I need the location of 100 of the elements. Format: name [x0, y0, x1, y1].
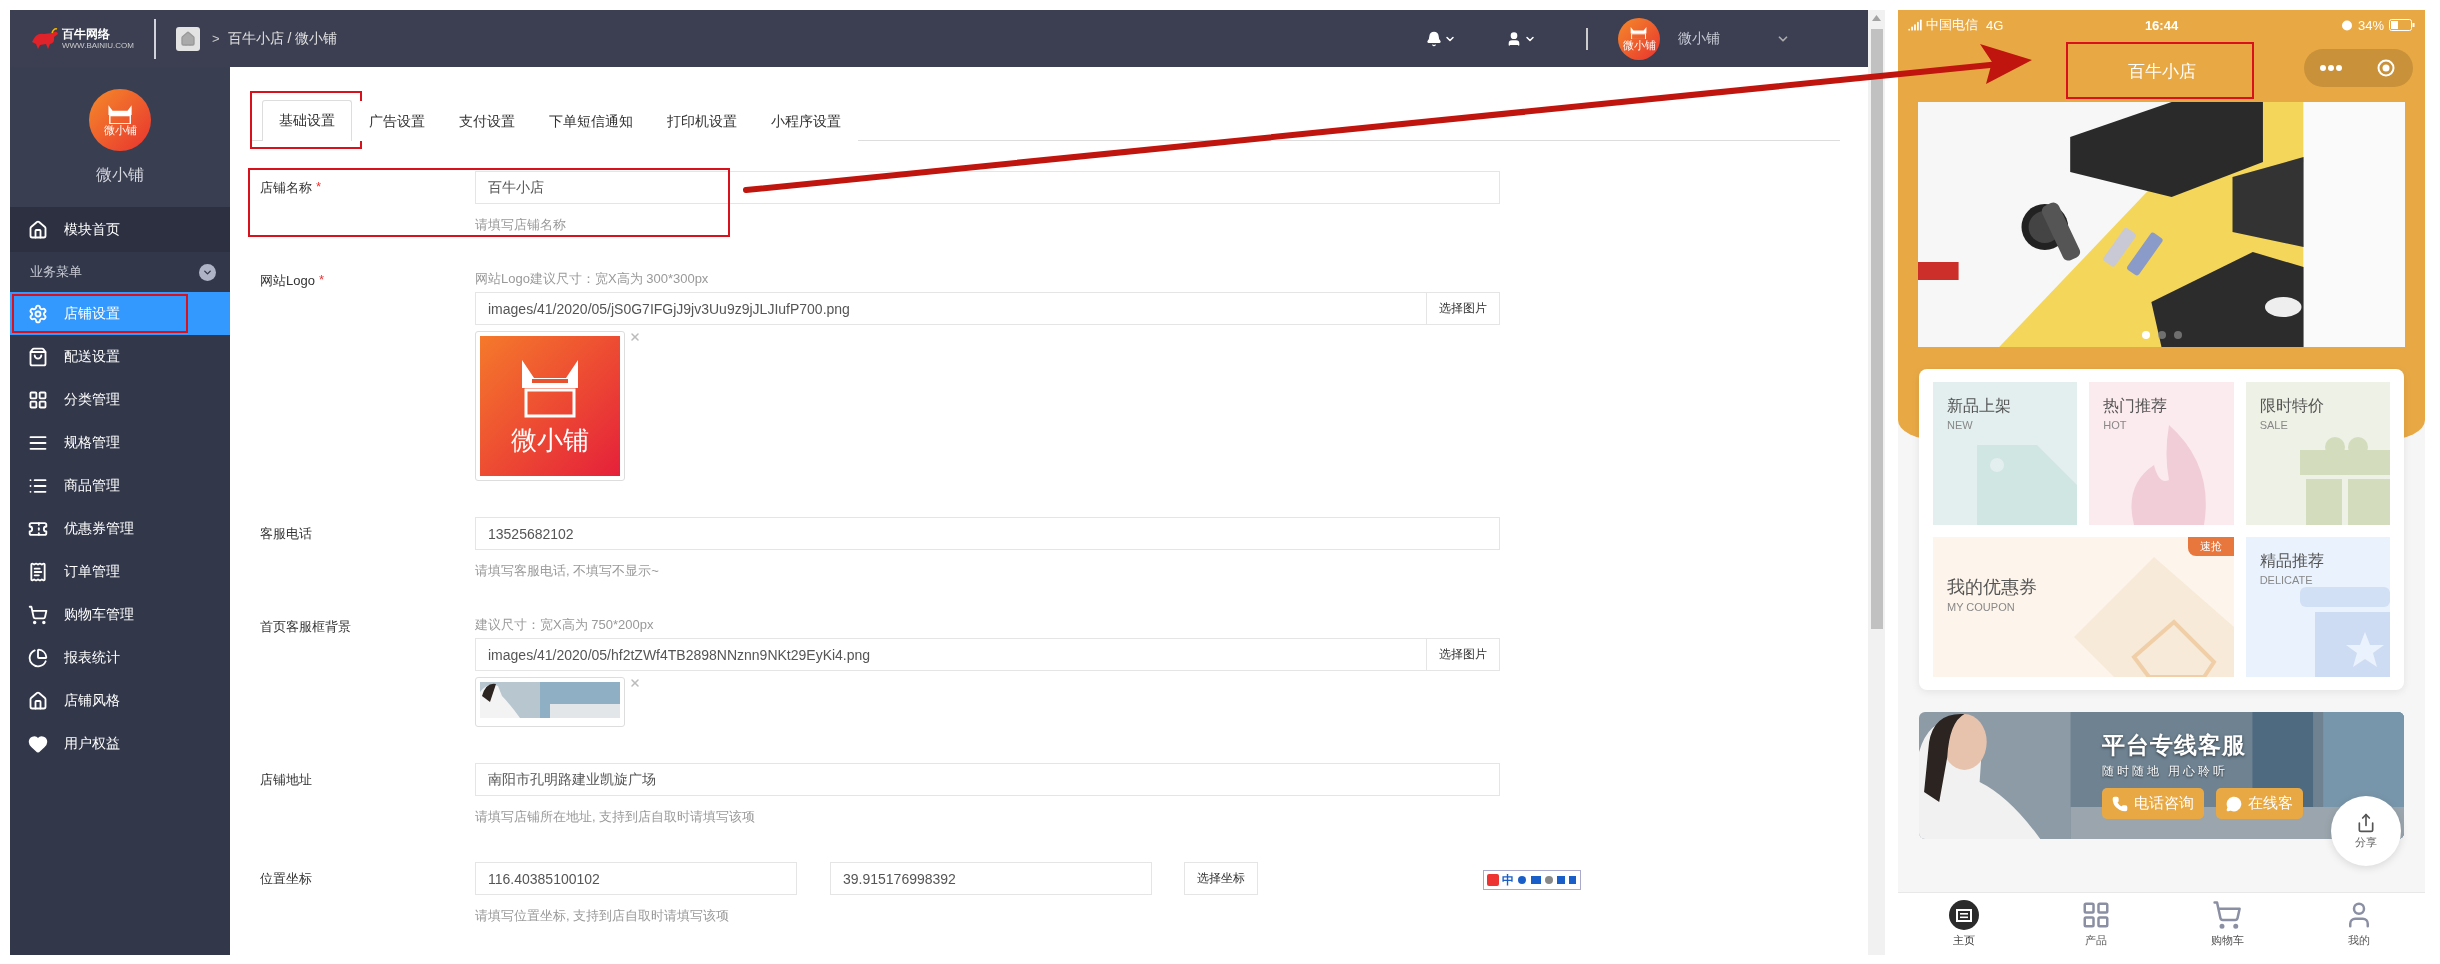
tile-subtitle: NEW [1947, 419, 1974, 431]
tab-bar-item[interactable]: 购物车 [2161, 893, 2294, 955]
user-name: 微小铺 [1678, 29, 1720, 48]
input-field[interactable]: images/41/2020/05/jS0G7IFGjJ9jv3Uu9z9jJLJIufP700.png [475, 292, 1427, 325]
battery-percent: 34% [2357, 17, 2384, 33]
logo-url: WWW.BAINIU.COM [62, 40, 134, 50]
required-mark: * [316, 179, 322, 194]
ime-toolbar[interactable]: 中 [1483, 870, 1581, 890]
chat-icon [2226, 795, 2242, 812]
carrier: 中国电信 [1926, 16, 1978, 34]
share-icon [2356, 812, 2376, 833]
ime-tools-icon [1517, 874, 1577, 886]
input-field[interactable]: 39.915176998392 [830, 862, 1152, 895]
tab[interactable]: 基础设置 [262, 100, 352, 141]
sidebar-item[interactable]: 店铺风格 [10, 679, 230, 722]
sidebar-item[interactable]: 分类管理 [10, 378, 230, 421]
gift-icon [2300, 435, 2390, 525]
input-field[interactable]: 116.40385100102 [475, 862, 797, 895]
category-tile[interactable]: 速抢 我的优惠券 MY COUPON [1933, 537, 2234, 677]
sidebar-item[interactable]: 商品管理 [10, 464, 230, 507]
field-hint: 网站Logo建议尺寸：宽X高为 300*300px [475, 270, 710, 288]
field-help: 请填写店铺名称 [475, 216, 567, 234]
more-icon[interactable] [2320, 65, 2343, 71]
field-hint: 建议尺寸：宽X高为 750*200px [475, 616, 655, 634]
cart-icon [28, 604, 48, 625]
tab-bar-item[interactable]: 产品 [2029, 893, 2162, 955]
sidebar-item[interactable]: 用户权益 [10, 722, 230, 765]
avatar-text: 微小铺 [103, 124, 137, 137]
breadcrumb: 百牛小店 / 微小铺 [227, 29, 338, 48]
carousel-dot[interactable] [2141, 331, 2150, 339]
sidebar-item[interactable]: 优惠券管理 [10, 507, 230, 550]
category-tile[interactable]: 热门推荐 HOT [2089, 382, 2234, 525]
notifications-button[interactable] [1426, 30, 1456, 47]
sidebar-item[interactable]: 报表统计 [10, 636, 230, 679]
category-tile[interactable]: 限时特价 SALE [2245, 382, 2390, 525]
service-title: 平台专线客服 [2102, 731, 2247, 760]
choose-image-button[interactable]: 选择图片 [1427, 638, 1500, 671]
collapse-toggle[interactable] [199, 263, 216, 281]
tile-subtitle: DELICATE [2259, 574, 2314, 586]
input-field[interactable]: 百牛小店 [475, 171, 1500, 204]
tile-subtitle: SALE [2259, 419, 2289, 431]
phone-icon [2112, 795, 2128, 812]
bull-logo-icon [30, 27, 60, 50]
home-button[interactable] [176, 26, 200, 51]
alarm-icon [2340, 19, 2353, 31]
field-label: 客服电话 [260, 525, 312, 543]
input-field[interactable]: 13525682102 [475, 517, 1500, 550]
field-help: 请填写店铺所在地址, 支持到店自取时请填写该项 [475, 808, 757, 826]
carousel-dot[interactable] [2157, 331, 2166, 339]
bell-icon [1426, 30, 1442, 47]
pie-chart-icon [28, 647, 48, 668]
sidebar-item[interactable]: 订单管理 [10, 550, 230, 593]
sidebar-item[interactable]: 购物车管理 [10, 593, 230, 636]
clock: 16:44 [2144, 17, 2179, 33]
field-label: 位置坐标 [260, 870, 312, 888]
signal-icon [1908, 18, 1922, 32]
tile-title: 热门推荐 [2103, 396, 2169, 416]
field-help: 请填写位置坐标, 支持到店自取时请填写该项 [475, 907, 731, 925]
grid-icon [28, 389, 48, 410]
section-label: 业务菜单 [30, 263, 82, 281]
house-icon [28, 219, 48, 240]
receipt-icon [28, 561, 48, 582]
sidebar-item[interactable]: 模块首页 [10, 207, 230, 252]
tile-subtitle: MY COUPON [1947, 601, 2016, 613]
ime-logo-icon [1487, 874, 1499, 886]
scroll-up-icon[interactable] [1872, 15, 1881, 21]
tile-title: 新品上架 [1947, 396, 2012, 416]
required-mark: * [318, 272, 324, 287]
sidebar-item[interactable]: 配送设置 [10, 335, 230, 378]
house-icon [28, 690, 48, 711]
tile-subtitle: HOT [2103, 419, 2128, 431]
settings-icon [28, 303, 48, 324]
category-tile[interactable]: 新品上架 NEW [1933, 382, 2078, 525]
sidebar-item[interactable]: 规格管理 [10, 421, 230, 464]
carousel-dot[interactable] [2173, 331, 2182, 339]
badge: 速抢 [2187, 537, 2234, 556]
tab[interactable]: 广告设置 [352, 101, 442, 141]
category-tile[interactable]: 精品推荐 DELICATE [2245, 537, 2390, 677]
bag-icon [28, 346, 48, 367]
scrollbar[interactable] [1868, 10, 1885, 955]
choose-image-button[interactable]: 选择图片 [1427, 292, 1500, 325]
choose-coordinates-button[interactable]: 选择坐标 [1184, 862, 1258, 895]
tab-bar-item[interactable]: 我的 [2293, 893, 2425, 955]
heart-icon [28, 733, 48, 754]
field-label: 首页客服框背景 [260, 618, 351, 636]
tile-title: 精品推荐 [2259, 551, 2325, 571]
input-field[interactable]: images/41/2020/05/hf2tZWf4TB2898NNznn9NKt29EyKi4.png [475, 638, 1427, 671]
tab-bar-item[interactable]: 主页 [1898, 893, 2030, 955]
battery-icon [2389, 19, 2415, 31]
breadcrumb-separator: > [212, 31, 220, 46]
page-title: 百牛小店 [2127, 61, 2196, 81]
ime-mode: 中 [1502, 871, 1514, 889]
shop-name: 微小铺 [96, 165, 144, 185]
user-menu-button[interactable] [1506, 30, 1536, 47]
user-icon [1506, 30, 1522, 47]
cart-icon [2212, 900, 2243, 930]
input-field[interactable]: 南阳市孔明路建业凯旋广场 [475, 763, 1500, 796]
field-help: 请填写客服电话, 不填写不显示~ [475, 562, 660, 580]
field-label: 店铺地址 [260, 771, 312, 789]
star-icon [2300, 587, 2390, 677]
